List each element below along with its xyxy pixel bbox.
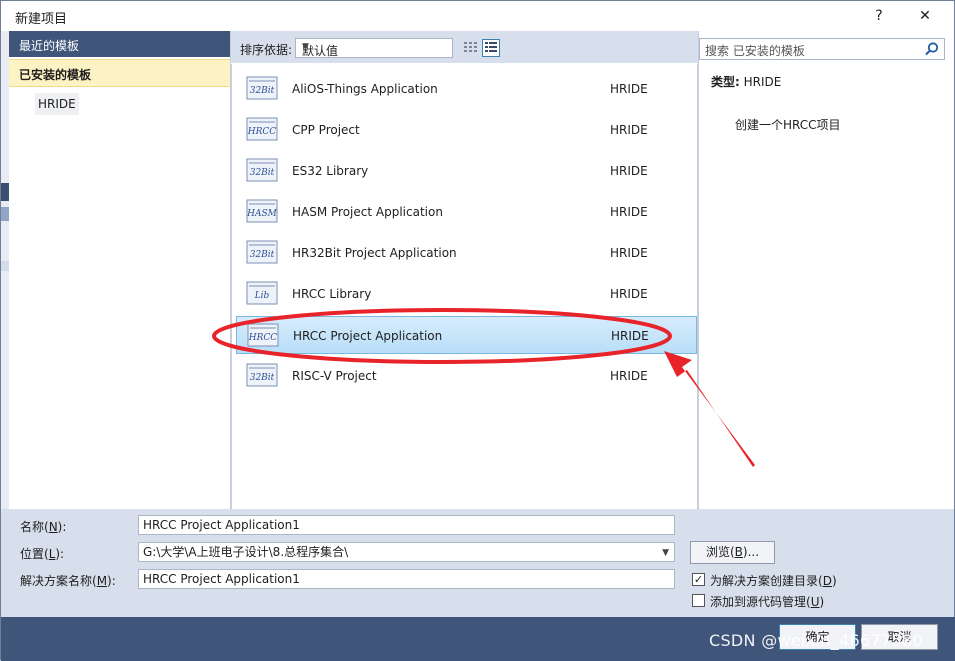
tree-item-hride[interactable]: HRIDE <box>35 93 79 115</box>
chevron-down-icon: ▼ <box>302 42 309 52</box>
solution-name-field[interactable]: HRCC Project Application1 <box>138 569 675 589</box>
create-directory-label: 为解决方案创建目录(D) <box>710 574 837 588</box>
template-name: HRCC Library <box>292 287 372 301</box>
template-language: HRIDE <box>610 369 648 383</box>
template-tree-panel: 最近的模板 已安装的模板 HRIDE <box>9 31 231 509</box>
name-field[interactable]: HRCC Project Application1 <box>138 515 675 535</box>
lib-template-icon: Lib <box>246 281 278 305</box>
close-icon[interactable]: ✕ <box>909 4 941 28</box>
template-row[interactable]: 32Bit RISC-V Project HRIDE <box>236 357 697 395</box>
template-name: HRCC Project Application <box>293 329 443 343</box>
icon-caption: 32Bit <box>250 250 275 260</box>
type-label: 类型: <box>711 75 740 89</box>
small-icons-view-icon <box>464 42 477 52</box>
icon-caption: 32Bit <box>250 168 275 178</box>
32bit-template-icon: 32Bit <box>246 240 278 264</box>
template-row[interactable]: 32Bit ES32 Library HRIDE <box>236 152 697 190</box>
chevron-down-icon[interactable]: ▼ <box>662 546 669 560</box>
details-panel: 搜索 已安装的模板 类型: HRIDE 创建一个HRCC项目 <box>698 31 949 509</box>
sort-dropdown[interactable]: 默认值 ▼ <box>295 38 453 58</box>
32bit-template-icon: 32Bit <box>246 158 278 182</box>
template-language: HRIDE <box>610 82 648 96</box>
template-row[interactable]: 32Bit AliOS-Things Application HRIDE <box>236 70 697 108</box>
name-label: 名称(N): <box>20 520 67 534</box>
template-list: 32Bit AliOS-Things Application HRIDE HRC… <box>231 64 698 509</box>
strip-decoration <box>1 183 9 201</box>
hrcc-template-icon: HRCC <box>247 323 279 347</box>
add-to-source-control-label: 添加到源代码管理(U) <box>710 595 825 609</box>
create-directory-checkbox[interactable]: ✓ <box>692 573 705 586</box>
list-toolbar: 排序依据: 默认值 ▼ <box>231 31 698 63</box>
strip-decoration <box>1 261 9 271</box>
background-window-strip <box>1 31 9 509</box>
template-name: CPP Project <box>292 123 360 137</box>
icon-caption: HASM <box>246 209 278 219</box>
32bit-template-icon: 32Bit <box>246 363 278 387</box>
template-name: RISC-V Project <box>292 369 377 383</box>
template-language: HRIDE <box>610 246 648 260</box>
small-icons-view-button[interactable] <box>461 39 479 57</box>
hasm-template-icon: HASM <box>246 199 278 223</box>
new-project-dialog: 新建项目 ? ✕ 最近的模板 已安装的模板 HRIDE 排序依据: 默认值 ▼ <box>0 0 955 661</box>
template-name: AliOS-Things Application <box>292 82 438 96</box>
location-value: G:\大学\A上班电子设计\8.总程序集合\ <box>143 545 349 559</box>
template-row[interactable]: Lib HRCC Library HRIDE <box>236 275 697 313</box>
installed-templates-header[interactable]: 已安装的模板 <box>9 59 230 87</box>
icon-caption: Lib <box>254 291 270 301</box>
location-label: 位置(L): <box>20 547 65 561</box>
template-language: HRIDE <box>610 205 648 219</box>
solution-name-label: 解决方案名称(M): <box>20 574 116 588</box>
recent-templates-header[interactable]: 最近的模板 <box>9 31 230 57</box>
search-icon[interactable] <box>924 41 940 57</box>
template-row[interactable]: 32Bit HR32Bit Project Application HRIDE <box>236 234 697 272</box>
icon-caption: 32Bit <box>250 373 275 383</box>
template-row[interactable]: HASM HASM Project Application HRIDE <box>236 193 697 231</box>
add-to-source-control-checkbox[interactable] <box>692 594 705 607</box>
watermark: CSDN @weixin_46677580 <box>709 631 923 650</box>
window-title: 新建项目 <box>15 12 68 27</box>
template-name: HASM Project Application <box>292 205 443 219</box>
template-list-panel: 排序依据: 默认值 ▼ 32Bit AliOS-Things Applicati… <box>231 31 698 509</box>
template-row[interactable]: HRCC CPP Project HRIDE <box>236 111 697 149</box>
search-input[interactable]: 搜索 已安装的模板 <box>699 38 945 60</box>
type-line: 类型: HRIDE <box>711 73 781 90</box>
template-language: HRIDE <box>610 164 648 178</box>
installed-templates-label: 已安装的模板 <box>19 68 92 82</box>
template-name: ES32 Library <box>292 164 369 178</box>
type-value: HRIDE <box>743 75 782 89</box>
template-description: 创建一个HRCC项目 <box>735 118 841 132</box>
sort-label: 排序依据: <box>240 43 293 57</box>
help-icon[interactable]: ? <box>863 4 895 28</box>
recent-templates-label: 最近的模板 <box>19 39 80 53</box>
icon-caption: HRCC <box>248 333 278 343</box>
icon-caption: 32Bit <box>250 86 275 96</box>
32bit-template-icon: 32Bit <box>246 76 278 100</box>
template-name: HR32Bit Project Application <box>292 246 457 260</box>
template-row-selected[interactable]: HRCC HRCC Project Application HRIDE <box>236 316 697 354</box>
hrcc-template-icon: HRCC <box>246 117 278 141</box>
icon-caption: HRCC <box>247 127 277 137</box>
template-language: HRIDE <box>611 329 649 343</box>
location-field[interactable]: G:\大学\A上班电子设计\8.总程序集合\ ▼ <box>138 542 675 562</box>
search-placeholder: 搜索 已安装的模板 <box>705 44 805 58</box>
template-language: HRIDE <box>610 287 648 301</box>
strip-decoration <box>1 207 9 221</box>
template-language: HRIDE <box>610 123 648 137</box>
list-view-button[interactable] <box>482 39 500 57</box>
title-bar: 新建项目 ? ✕ <box>1 1 954 31</box>
list-view-icon <box>485 42 497 52</box>
browse-button[interactable]: 浏览(B)... <box>690 541 775 564</box>
